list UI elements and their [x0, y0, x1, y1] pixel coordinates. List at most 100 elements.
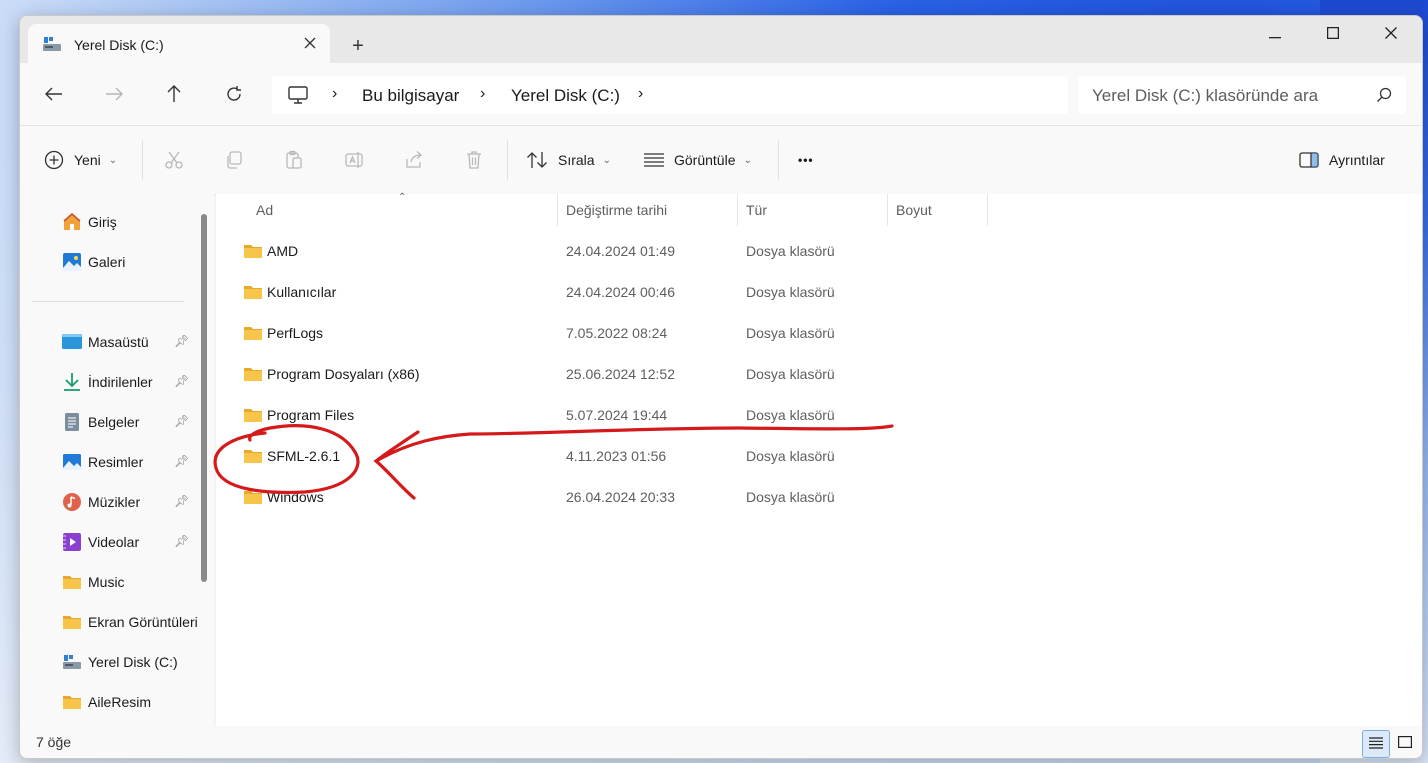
sort-button[interactable]: Sırala ⌄ — [526, 146, 611, 174]
pin-icon[interactable]: 📌︎ — [174, 374, 189, 388]
sidebar-item-pictures[interactable]: Resimler — [62, 450, 143, 474]
chevron-down-icon: ⌄ — [108, 154, 118, 166]
sidebar-item-downloads[interactable]: İndirilenler — [62, 370, 153, 394]
column-divider[interactable] — [737, 194, 738, 226]
sidebar-item-desktop[interactable]: Masaüstü — [62, 330, 149, 354]
search-input[interactable]: Yerel Disk (C:) klasöründe ara — [1078, 76, 1406, 114]
paste-icon[interactable] — [282, 148, 306, 172]
tiles-view-icon — [1398, 735, 1413, 751]
file-name: PerfLogs — [267, 325, 324, 341]
pin-icon[interactable]: 📌︎ — [174, 494, 189, 508]
file-type: Dosya klasörü — [746, 366, 835, 382]
up-button[interactable] — [158, 79, 190, 111]
file-modified: 7.05.2022 08:24 — [566, 325, 668, 341]
close-window-button[interactable] — [1362, 16, 1420, 52]
new-tab-button[interactable]: + — [344, 32, 372, 60]
pin-icon[interactable]: 📌︎ — [174, 534, 189, 548]
sidebar-item-videos[interactable]: Videolar — [62, 530, 139, 554]
pin-icon[interactable]: 📌︎ — [174, 454, 189, 468]
gallery-icon — [62, 252, 82, 272]
breadcrumb-this-pc[interactable]: Bu bilgisayar — [362, 86, 459, 106]
rename-icon[interactable] — [342, 148, 366, 172]
more-options-button[interactable]: ••• — [798, 146, 814, 174]
column-header-type[interactable]: Tür — [746, 194, 767, 226]
maximize-button[interactable] — [1304, 16, 1362, 52]
delete-icon[interactable] — [462, 148, 486, 172]
back-button[interactable] — [38, 79, 70, 111]
chevron-right-icon[interactable]: › — [332, 85, 337, 103]
share-icon[interactable] — [402, 148, 426, 172]
details-view-button[interactable] — [1362, 730, 1390, 758]
column-divider[interactable] — [987, 194, 988, 226]
new-button[interactable]: Yeni ⌄ — [44, 146, 117, 174]
details-pane-button[interactable]: Ayrıntılar — [1299, 146, 1385, 174]
column-divider[interactable] — [887, 194, 888, 226]
refresh-button[interactable] — [218, 79, 250, 111]
table-row[interactable]: Program Files 5.07.2024 19:44 Dosya klas… — [216, 395, 1422, 436]
table-row[interactable]: AMD 24.04.2024 01:49 Dosya klasörü — [216, 231, 1422, 272]
file-type: Dosya klasörü — [746, 243, 835, 259]
sidebar-item-screenshots[interactable]: Ekran Görüntüleri — [62, 610, 198, 634]
sidebar-item-gallery[interactable]: Galeri — [62, 250, 125, 274]
address-row: › Bu bilgisayar › Yerel Disk (C:) › Yere… — [20, 63, 1422, 125]
sidebar-item-music-folder[interactable]: Music — [62, 570, 125, 594]
table-row[interactable]: Kullanıcılar 24.04.2024 00:46 Dosya klas… — [216, 272, 1422, 313]
sidebar-scrollbar[interactable] — [201, 214, 207, 582]
tab-title: Yerel Disk (C:) — [74, 37, 164, 53]
copy-icon[interactable] — [222, 148, 246, 172]
breadcrumb-local-disk[interactable]: Yerel Disk (C:) — [511, 86, 620, 106]
chevron-right-icon[interactable]: › — [480, 85, 485, 103]
home-icon — [62, 212, 82, 232]
search-placeholder: Yerel Disk (C:) klasöründe ara — [1092, 86, 1319, 105]
sidebar-item-music[interactable]: Müzikler — [62, 490, 140, 514]
sidebar-item-label: Giriş — [88, 214, 117, 230]
table-row[interactable]: Windows 26.04.2024 20:33 Dosya klasörü — [216, 477, 1422, 518]
file-type: Dosya klasörü — [746, 284, 835, 300]
details-label: Ayrıntılar — [1329, 152, 1385, 168]
column-header-size[interactable]: Boyut — [896, 194, 932, 226]
view-button[interactable]: Görüntüle ⌄ — [644, 146, 752, 174]
search-icon[interactable] — [1376, 87, 1392, 106]
folder-icon — [62, 572, 82, 592]
table-row[interactable]: Program Dosyaları (x86) 25.06.2024 12:52… — [216, 354, 1422, 395]
pictures-icon — [62, 452, 82, 472]
column-header-name[interactable]: Ad — [256, 194, 273, 226]
file-modified: 25.06.2024 12:52 — [566, 366, 675, 382]
sidebar-item-documents[interactable]: Belgeler — [62, 410, 139, 434]
details-view-icon — [1369, 736, 1383, 752]
status-bar: 7 öğe — [20, 726, 1422, 758]
forward-button[interactable] — [98, 79, 130, 111]
sidebar-item-home[interactable]: Giriş — [62, 210, 117, 234]
sidebar-item-label: Galeri — [88, 254, 126, 270]
chevron-right-icon[interactable]: › — [638, 85, 643, 103]
minimize-button[interactable] — [1246, 16, 1304, 52]
pin-icon[interactable]: 📌︎ — [174, 334, 189, 348]
drive-icon — [62, 652, 82, 672]
tab-yerel-disk[interactable]: Yerel Disk (C:) — [28, 24, 330, 64]
tiles-view-button[interactable] — [1392, 730, 1418, 756]
chevron-down-icon: ⌄ — [743, 154, 752, 166]
close-icon[interactable] — [298, 32, 322, 56]
table-row[interactable]: PerfLogs 7.05.2022 08:24 Dosya klasörü — [216, 313, 1422, 354]
address-bar[interactable]: › Bu bilgisayar › Yerel Disk (C:) › — [272, 76, 1068, 114]
sidebar-item-label: Müzikler — [88, 494, 141, 510]
column-header-modified[interactable]: Değiştirme tarihi — [566, 194, 667, 226]
toolbar-divider — [507, 140, 508, 180]
sidebar-item-local-disk[interactable]: Yerel Disk (C:) — [62, 650, 178, 674]
file-type: Dosya klasörü — [746, 448, 835, 464]
item-count: 7 öğe — [36, 734, 72, 750]
sidebar-item-label: İndirilenler — [88, 374, 153, 390]
sidebar-item-aileresim[interactable]: AileResim — [62, 690, 151, 714]
drive-icon — [42, 36, 62, 52]
toolbar-divider — [778, 140, 779, 180]
maximize-icon — [1326, 26, 1340, 42]
arrow-left-icon — [45, 87, 63, 104]
sort-ascending-icon: ⌃ — [398, 192, 407, 203]
column-divider[interactable] — [557, 194, 558, 226]
table-row[interactable]: SFML-2.6.1 4.11.2023 01:56 Dosya klasörü — [216, 436, 1422, 477]
file-modified: 5.07.2024 19:44 — [566, 407, 668, 423]
cut-icon[interactable] — [162, 148, 186, 172]
toolbar-divider — [142, 140, 143, 180]
file-modified: 26.04.2024 20:33 — [566, 489, 675, 505]
pin-icon[interactable]: 📌︎ — [174, 414, 189, 428]
